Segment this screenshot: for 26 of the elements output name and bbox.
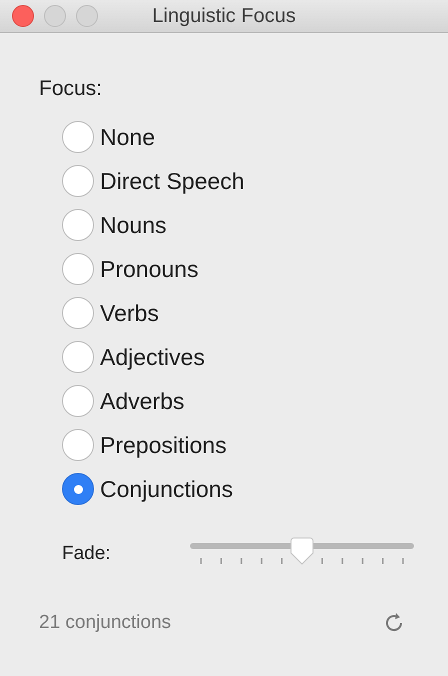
radio-label[interactable]: Adjectives	[100, 344, 205, 370]
radio-button[interactable]	[62, 165, 94, 197]
window-title: Linguistic Focus	[152, 4, 296, 28]
radio-button[interactable]	[62, 121, 94, 153]
minimize-button[interactable]	[44, 5, 66, 27]
focus-label: Focus:	[39, 77, 104, 101]
radio-button[interactable]	[62, 253, 94, 285]
radio-button[interactable]	[62, 385, 94, 417]
slider-thumb[interactable]	[290, 537, 314, 565]
radio-label[interactable]: Pronouns	[100, 256, 198, 282]
status-text: 21 conjunctions	[39, 612, 172, 634]
radio-button[interactable]	[62, 297, 94, 329]
radio-label[interactable]: None	[100, 124, 155, 150]
zoom-button[interactable]	[76, 5, 98, 27]
radio-label[interactable]: Verbs	[100, 300, 159, 326]
close-button[interactable]	[12, 5, 34, 27]
fade-label: Fade:	[62, 543, 112, 565]
radio-button[interactable]	[62, 209, 94, 241]
radio-label[interactable]: Nouns	[100, 212, 166, 238]
radio-button[interactable]	[62, 429, 94, 461]
radio-label[interactable]: Adverbs	[100, 388, 184, 414]
radio-button[interactable]	[62, 473, 94, 505]
radio-label[interactable]: Prepositions	[100, 432, 227, 458]
radio-label[interactable]: Direct Speech	[100, 168, 244, 194]
radio-label[interactable]: Conjunctions	[100, 476, 233, 502]
radio-button[interactable]	[62, 341, 94, 373]
